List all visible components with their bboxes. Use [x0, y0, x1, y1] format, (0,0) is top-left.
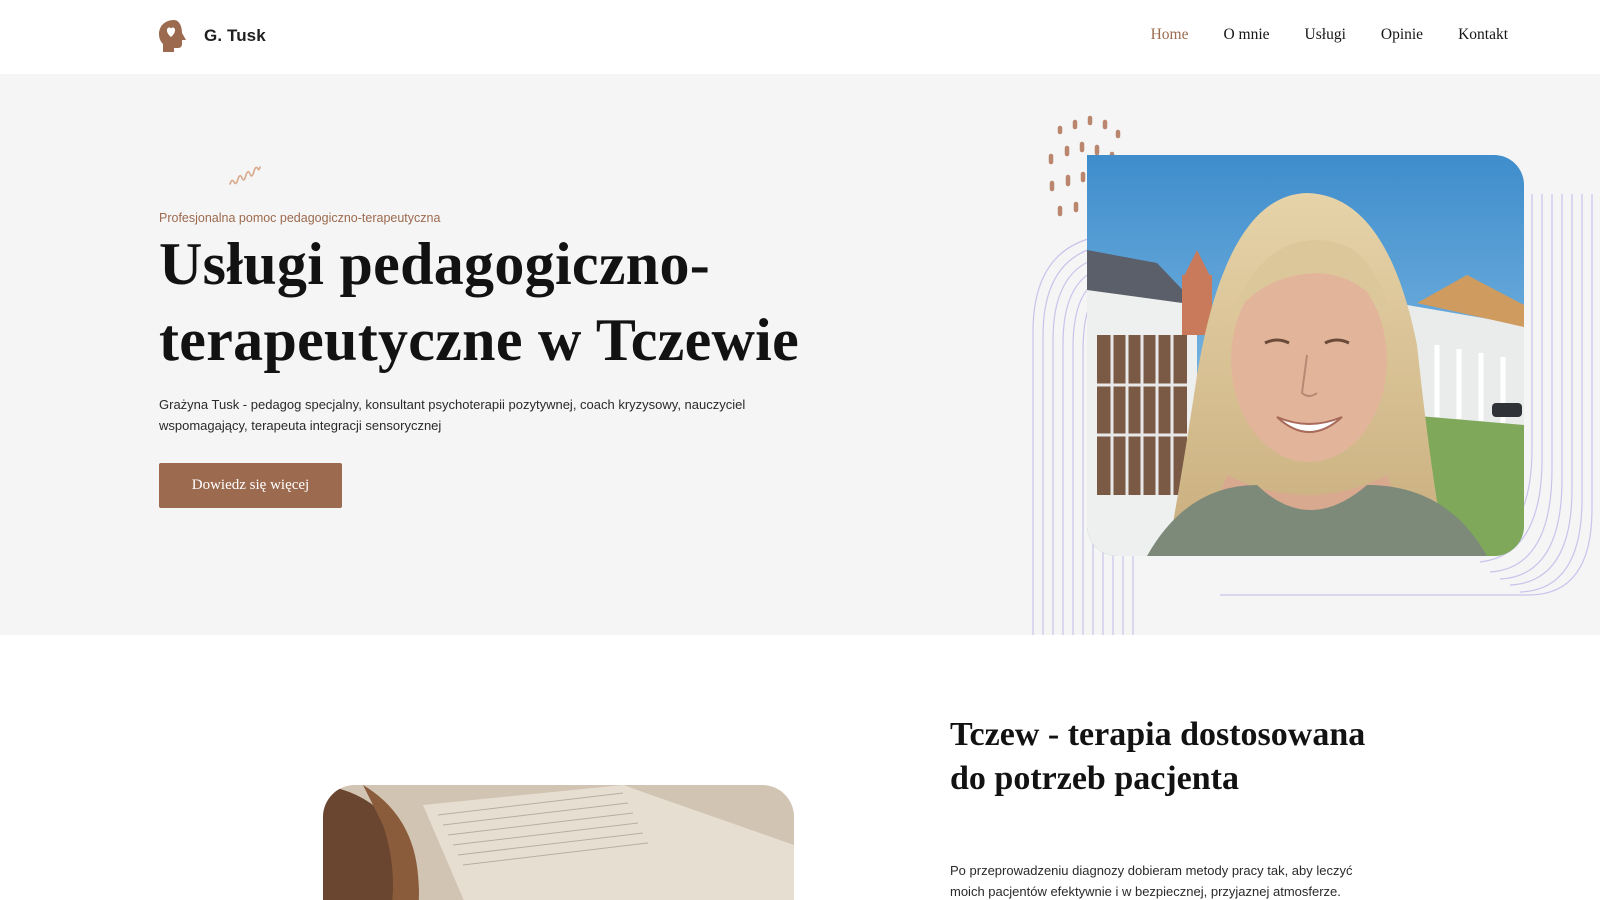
nav-item-opinie[interactable]: Opinie: [1381, 24, 1423, 46]
site-header: G. Tusk Home O mnie Usługi Opinie Kontak…: [0, 0, 1600, 74]
nav-item-home[interactable]: Home: [1151, 24, 1189, 46]
logo[interactable]: G. Tusk: [159, 19, 266, 53]
hero-portrait-photo: [1087, 155, 1524, 556]
therapy-session-photo: [323, 785, 794, 900]
nav-item-o-mnie[interactable]: O mnie: [1223, 24, 1269, 46]
nav-item-uslugi[interactable]: Usługi: [1305, 24, 1346, 46]
hero-title: Usługi pedagogiczno-terapeutyczne w Tcze…: [159, 231, 800, 373]
section-text: Po przeprowadzeniu diagnozy dobieram met…: [950, 863, 1353, 899]
hero-section: Profesjonalna pomoc pedagogiczno-terapeu…: [0, 74, 1600, 635]
hero-description: Grażyna Tusk - pedagog specjalny, konsul…: [159, 397, 746, 433]
main-nav: Home O mnie Usługi Opinie Kontakt: [1116, 24, 1508, 46]
brand-name: G. Tusk: [204, 26, 266, 45]
squiggle-decoration: [229, 166, 261, 185]
nav-item-kontakt[interactable]: Kontakt: [1458, 24, 1508, 46]
section-title: Tczew - terapia dostosowana do potrzeb p…: [950, 716, 1366, 797]
learn-more-button[interactable]: Dowiedz się więcej: [159, 463, 342, 508]
hero-eyebrow: Profesjonalna pomoc pedagogiczno-terapeu…: [159, 211, 441, 225]
head-heart-icon: [159, 20, 186, 52]
